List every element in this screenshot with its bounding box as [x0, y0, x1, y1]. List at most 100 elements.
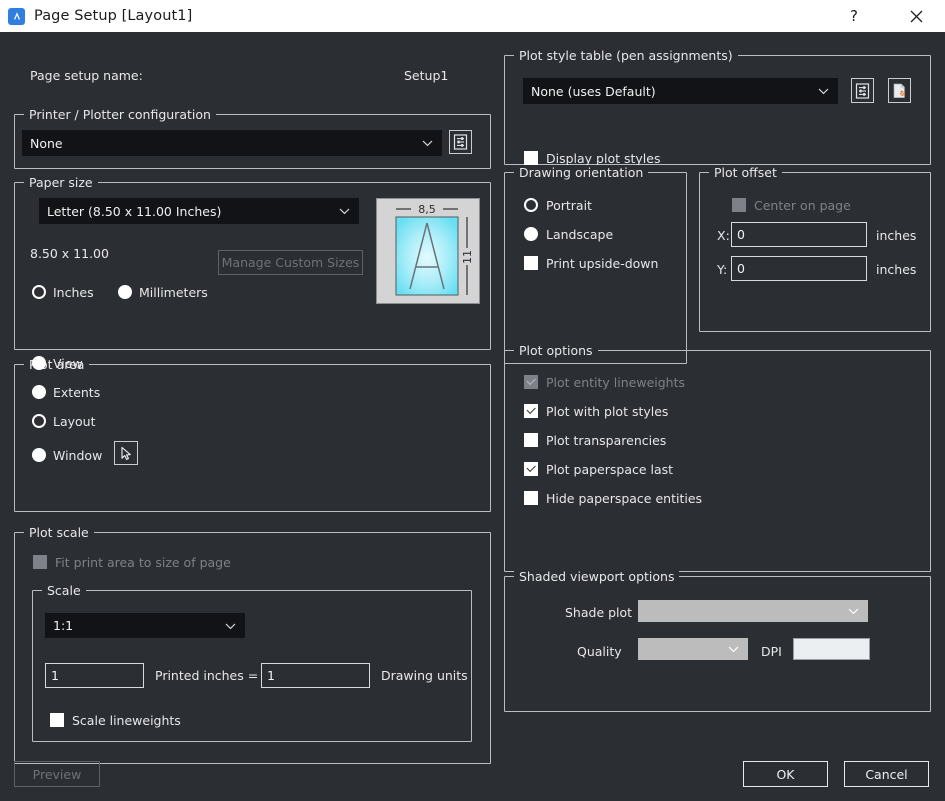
scale-select[interactable]: 1:1 [45, 613, 245, 638]
print-upside-down-label: Print upside-down [546, 256, 658, 271]
plot-transparencies-label: Plot transparencies [546, 433, 666, 448]
help-button[interactable]: ? [831, 0, 877, 32]
plot-offset-x-label: X: [717, 228, 730, 243]
ok-button[interactable]: OK [743, 761, 828, 787]
scale-lineweights-checkbox[interactable] [50, 713, 64, 727]
page-setup-name-value: Setup1 [404, 68, 448, 83]
plot-style-select[interactable]: None (uses Default) [523, 78, 838, 104]
hide-paperspace-entities-label: Hide paperspace entities [546, 491, 702, 506]
drawing-units-input[interactable]: 1 [261, 663, 370, 688]
radio-plot-area-layout[interactable] [32, 414, 46, 428]
plot-offset-y-units: inches [876, 262, 916, 277]
plotter-properties-icon[interactable] [449, 130, 472, 154]
manage-custom-sizes-label: Manage Custom Sizes [222, 255, 360, 270]
plot-scale-legend: Plot scale [24, 525, 94, 540]
chevron-down-icon [420, 139, 434, 147]
scale-select-value: 1:1 [53, 618, 223, 633]
radio-plot-area-window[interactable] [32, 448, 46, 462]
plot-entity-lineweights-checkbox[interactable] [524, 375, 538, 389]
radio-plot-area-layout-label: Layout [53, 414, 96, 429]
plot-offset-y-value: 0 [737, 261, 745, 276]
printer-select[interactable]: None [22, 130, 442, 156]
fit-print-area-checkbox[interactable] [33, 555, 47, 569]
radio-units-millimeters[interactable] [118, 285, 132, 299]
paper-size-select[interactable]: Letter (8.50 x 11.00 Inches) [39, 198, 359, 224]
svg-text:11: 11 [461, 250, 474, 264]
preview-button[interactable]: Preview [14, 761, 100, 787]
chevron-down-icon [223, 622, 237, 630]
radio-orientation-portrait-label: Portrait [546, 198, 592, 213]
shade-plot-label: Shade plot [565, 605, 632, 620]
plot-with-plot-styles-checkbox[interactable] [524, 404, 538, 418]
quality-label: Quality [577, 644, 622, 659]
page-setup-name-label: Page setup name: [30, 68, 143, 83]
radio-units-inches[interactable] [32, 285, 46, 299]
shaded-viewport-legend: Shaded viewport options [514, 569, 679, 584]
radio-plot-area-window-label: Window [53, 448, 102, 463]
fit-print-area-label: Fit print area to size of page [55, 555, 231, 570]
printer-select-value: None [30, 136, 420, 151]
manage-custom-sizes-button[interactable]: Manage Custom Sizes [218, 250, 363, 275]
chevron-down-icon [846, 607, 860, 615]
drawing-orientation-legend: Drawing orientation [514, 165, 648, 180]
radio-orientation-landscape[interactable] [524, 227, 538, 241]
plot-offset-x-units: inches [876, 228, 916, 243]
printed-inches-label: Printed inches = [155, 668, 258, 683]
plot-entity-lineweights-label: Plot entity lineweights [546, 375, 685, 390]
radio-units-millimeters-label: Millimeters [139, 285, 208, 300]
close-icon[interactable] [893, 0, 939, 32]
radio-orientation-landscape-label: Landscape [546, 227, 613, 242]
display-plot-styles-checkbox[interactable] [524, 151, 538, 165]
plot-paperspace-last-checkbox[interactable] [524, 462, 538, 476]
hide-paperspace-entities-checkbox[interactable] [524, 491, 538, 505]
plot-transparencies-checkbox[interactable] [524, 433, 538, 447]
print-upside-down-checkbox[interactable] [524, 256, 538, 270]
radio-plot-area-extents[interactable] [32, 385, 46, 399]
quality-select[interactable] [638, 638, 748, 660]
radio-orientation-portrait[interactable] [524, 198, 538, 212]
drawing-units-value: 1 [267, 668, 275, 683]
plot-offset-legend: Plot offset [709, 165, 782, 180]
radio-plot-area-extents-label: Extents [53, 385, 100, 400]
radio-plot-area-view[interactable] [32, 356, 46, 370]
cancel-button[interactable]: Cancel [844, 761, 929, 787]
printer-plotter-legend: Printer / Plotter configuration [24, 107, 216, 122]
shade-plot-select[interactable] [638, 600, 868, 622]
dpi-input[interactable] [793, 638, 870, 660]
center-on-page-label: Center on page [754, 198, 851, 213]
svg-text:8,5: 8,5 [418, 203, 436, 216]
paper-preview: 8,5 11 [376, 198, 480, 304]
plot-with-plot-styles-label: Plot with plot styles [546, 404, 668, 419]
plot-offset-y-input[interactable]: 0 [731, 256, 867, 281]
printed-inches-value: 1 [51, 668, 59, 683]
chevron-down-icon [816, 87, 830, 95]
plot-style-table-legend: Plot style table (pen assignments) [514, 48, 738, 63]
paper-size-select-value: Letter (8.50 x 11.00 Inches) [47, 204, 337, 219]
plot-style-edit-icon[interactable] [851, 78, 874, 103]
dpi-label: DPI [761, 644, 782, 659]
autocad-icon [8, 8, 25, 25]
cancel-button-label: Cancel [865, 767, 907, 782]
center-on-page-checkbox[interactable] [732, 198, 746, 212]
preview-button-label: Preview [33, 767, 82, 782]
scale-lineweights-label: Scale lineweights [72, 713, 181, 728]
plot-style-table-group: Plot style table (pen assignments) [504, 55, 931, 165]
radio-plot-area-view-label: View [53, 356, 83, 371]
plot-offset-x-input[interactable]: 0 [731, 222, 867, 247]
radio-units-inches-label: Inches [53, 285, 94, 300]
chevron-down-icon [726, 645, 740, 653]
plot-offset-x-value: 0 [737, 227, 745, 242]
plot-paperspace-last-label: Plot paperspace last [546, 462, 673, 477]
new-plot-style-icon[interactable] [888, 78, 911, 103]
plot-offset-group: Plot offset [699, 172, 931, 332]
ok-button-label: OK [776, 767, 794, 782]
display-plot-styles-label: Display plot styles [546, 151, 660, 166]
window-title: Page Setup [Layout1] [34, 8, 192, 24]
pick-window-cursor-icon[interactable] [114, 441, 138, 465]
scale-subgroup-legend: Scale [42, 583, 86, 598]
paper-size-legend: Paper size [24, 175, 98, 190]
plot-options-legend: Plot options [514, 343, 598, 358]
paper-dimensions-text: 8.50 x 11.00 [30, 246, 109, 261]
printed-inches-input[interactable]: 1 [45, 663, 144, 688]
drawing-units-label: Drawing units [381, 668, 468, 683]
